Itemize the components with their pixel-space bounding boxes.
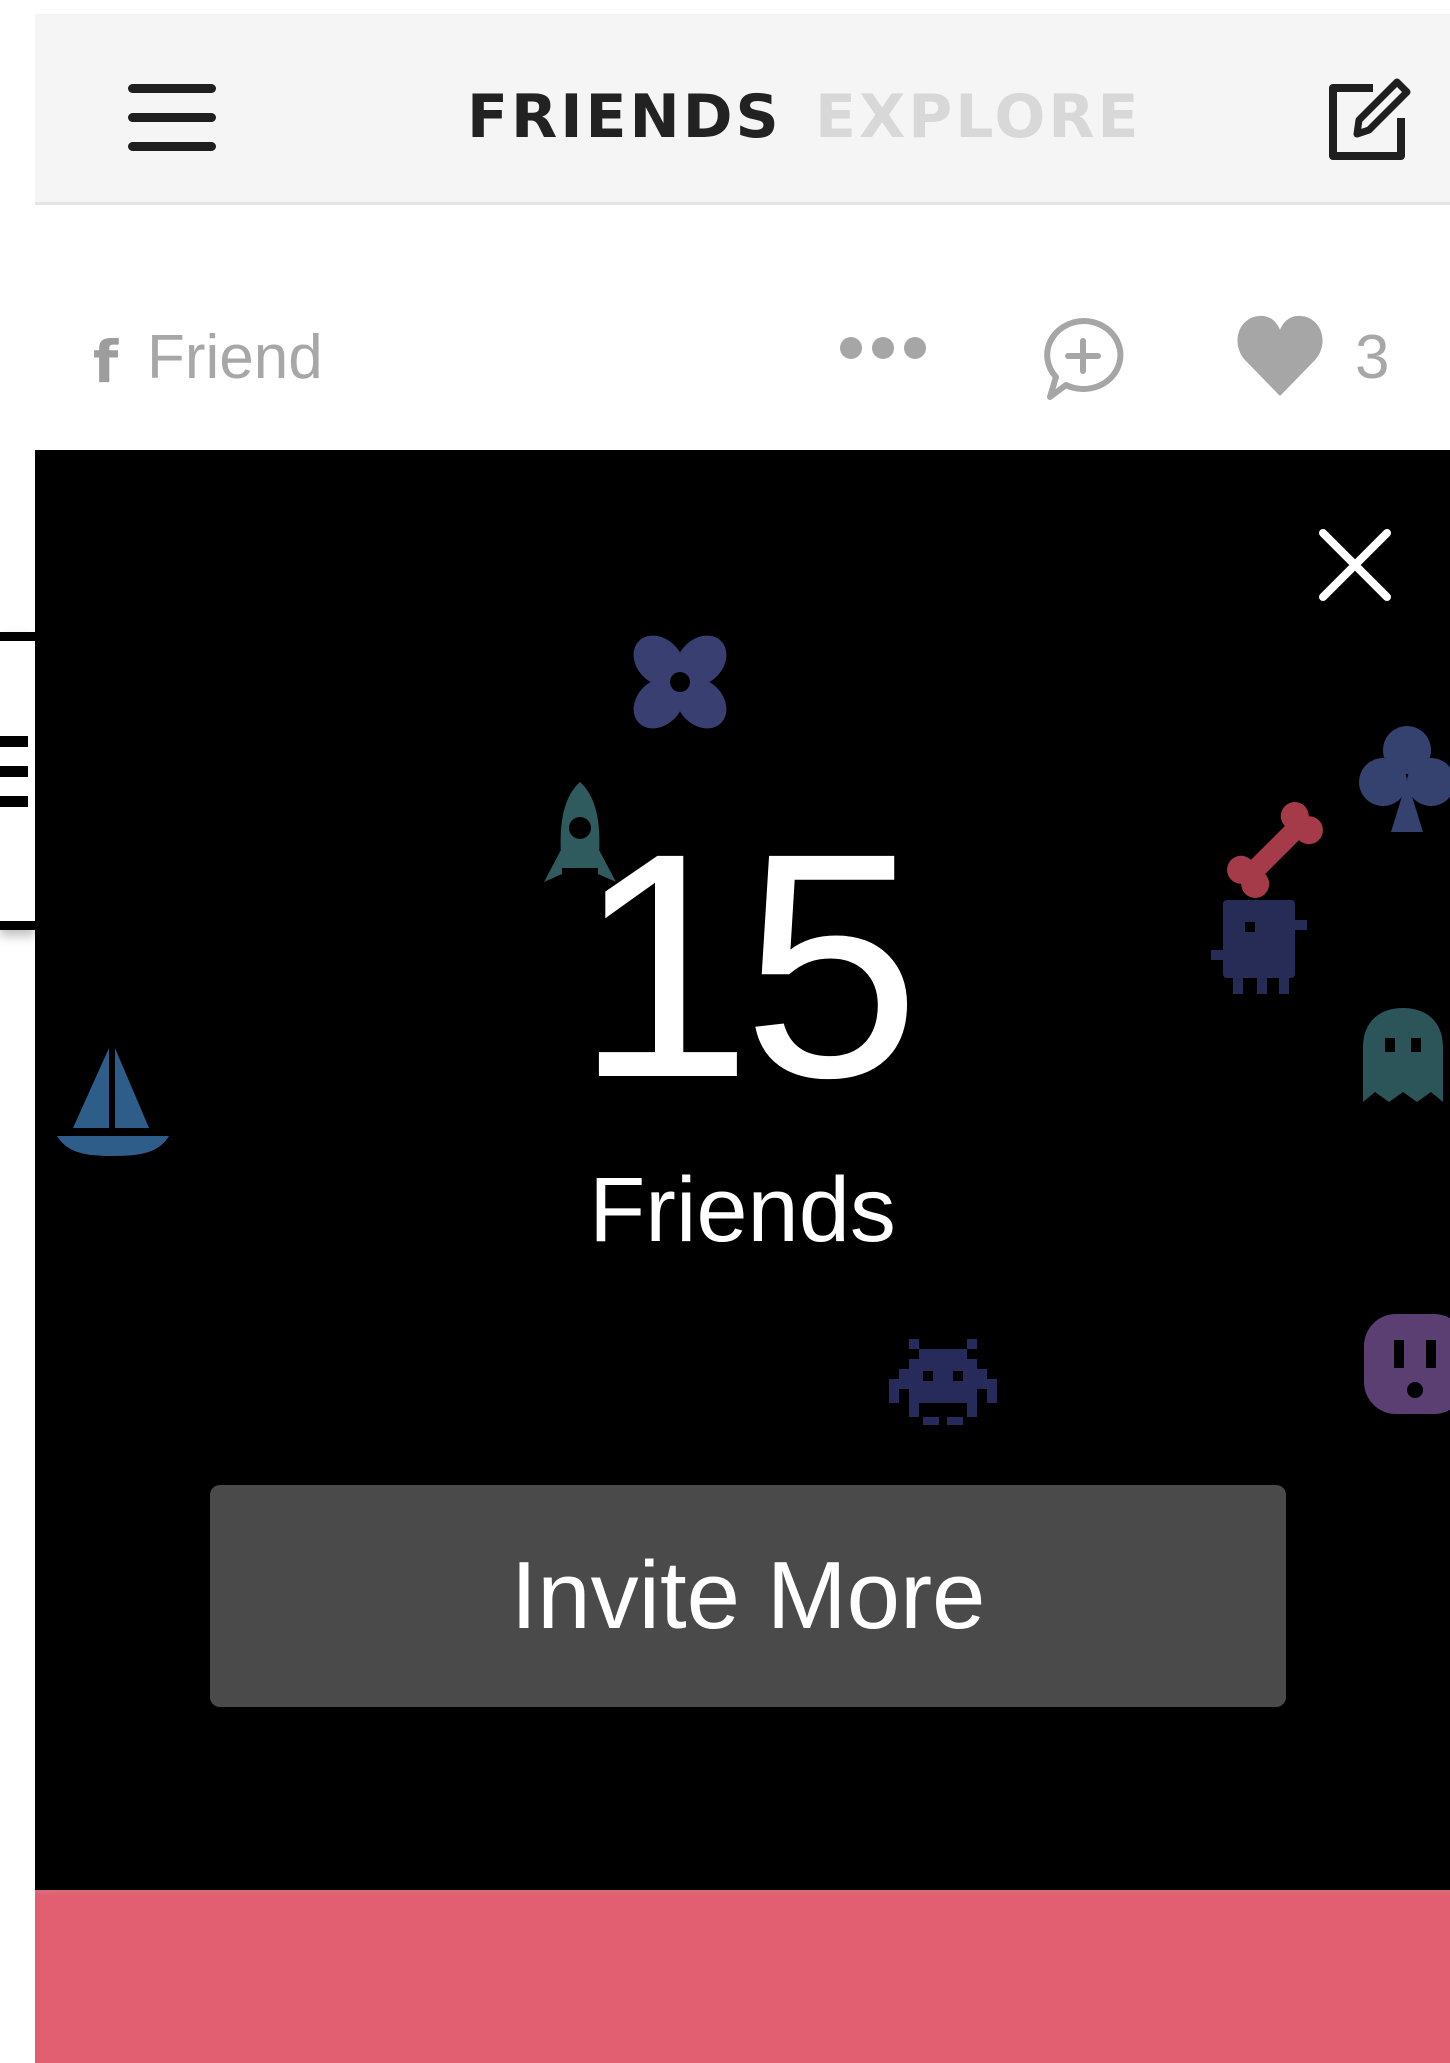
like-count: 3 [1355, 323, 1390, 392]
compose-icon[interactable] [1323, 74, 1415, 166]
facebook-icon: f [93, 328, 119, 396]
close-icon[interactable] [1315, 525, 1395, 605]
top-nav-bar: FRIENDS EXPLORE [35, 14, 1450, 205]
invite-more-button[interactable]: Invite More [210, 1485, 1286, 1707]
friends-count-number: 15 [574, 786, 921, 1144]
next-card-preview [35, 1890, 1450, 2063]
hamburger-icon[interactable] [128, 84, 218, 152]
friends-count-card: 15 Friends Invite More [35, 450, 1450, 1890]
flower-icon [620, 622, 740, 747]
app-screen: FRIENDS EXPLORE f Friend 3 15 Friends In… [0, 0, 1450, 2063]
outlet-icon [1360, 1310, 1450, 1425]
space-invader-icon [883, 1335, 1003, 1435]
tab-explore[interactable]: EXPLORE [815, 82, 1142, 152]
post-action-row: f Friend 3 [35, 205, 1450, 450]
heart-icon[interactable] [1233, 308, 1328, 403]
friends-count-label: Friends [589, 1159, 896, 1261]
post-source-label: Friend [147, 323, 323, 392]
tab-friends[interactable]: FRIENDS [467, 82, 782, 152]
add-comment-icon[interactable] [1038, 313, 1128, 403]
more-dots-icon[interactable] [840, 337, 930, 367]
side-drawer-edge[interactable] [0, 632, 35, 930]
